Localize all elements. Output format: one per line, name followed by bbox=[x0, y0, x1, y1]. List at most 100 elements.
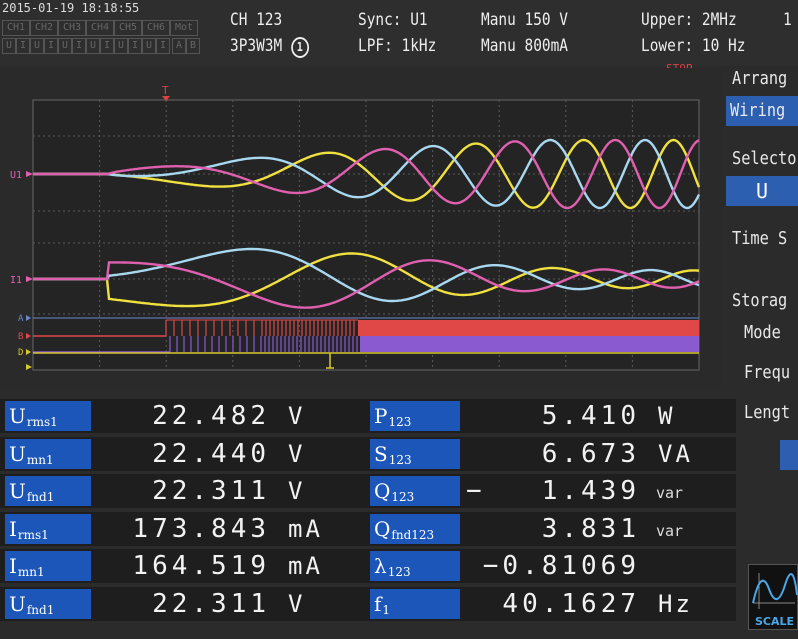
selector-dropdown[interactable]: U bbox=[726, 176, 798, 206]
measurement-unit-left: mA bbox=[288, 514, 323, 543]
measurement-value-right: 1.439 bbox=[541, 476, 640, 506]
measurement-value-right: −0.81069 bbox=[482, 551, 640, 581]
label-symbol: Q bbox=[374, 516, 391, 541]
measurement-label-right[interactable]: Qfnd123 bbox=[370, 513, 460, 544]
measurement-label-left[interactable]: Ufnd1 bbox=[5, 476, 91, 506]
measurement-unit-left: V bbox=[288, 477, 306, 505]
channel-indicator-ch2: CH2 bbox=[30, 20, 58, 36]
length-label: Lengt bbox=[744, 402, 791, 423]
measurement-value-left: 164.519 bbox=[132, 551, 270, 581]
selector-value: U bbox=[756, 179, 769, 203]
label-subscript: rms1 bbox=[17, 527, 49, 542]
measurement-sign-right: − bbox=[466, 476, 486, 506]
label-symbol: U bbox=[9, 591, 26, 616]
label-subscript: 123 bbox=[391, 490, 415, 504]
voltage-range-label: Manu 150 V bbox=[481, 10, 569, 30]
measurement-value-right: 3.831 bbox=[541, 513, 640, 544]
measurement-label-left[interactable]: Irms1 bbox=[5, 513, 91, 544]
measurement-value-left: 22.440 bbox=[152, 438, 270, 469]
ui-flag-8: U bbox=[114, 38, 128, 54]
measurement-label-right[interactable]: S123 bbox=[370, 438, 460, 469]
measurement-label-left[interactable]: Urms1 bbox=[5, 401, 91, 431]
lpf-label: LPF: 1kHz bbox=[358, 36, 437, 56]
ui-flag-0: U bbox=[2, 38, 16, 54]
label-subscript: fnd1 bbox=[26, 490, 55, 504]
measurement-label-left[interactable]: Imn1 bbox=[5, 551, 91, 581]
measurement-unit-left: mA bbox=[288, 552, 323, 580]
arrange-label: Arrang bbox=[732, 68, 788, 89]
scale-wave-icon bbox=[752, 573, 798, 609]
measurement-value-left: 22.311 bbox=[152, 588, 270, 619]
wiring-button-label: Wiring bbox=[730, 100, 786, 121]
label-subscript: 123 bbox=[388, 415, 412, 429]
measurement-value-left: 173.843 bbox=[132, 513, 270, 544]
measurement-value-right: 40.1627 bbox=[502, 588, 640, 619]
digital-b-label: B bbox=[18, 332, 23, 342]
measurement-value-right: 5.410 bbox=[541, 401, 640, 431]
length-value-button[interactable] bbox=[780, 440, 798, 470]
measurement-label-right[interactable]: f1 bbox=[370, 588, 460, 619]
ui-flag-13: B bbox=[186, 38, 200, 54]
storage-label: Storag bbox=[732, 290, 788, 311]
measurement-label-right[interactable]: λ123 bbox=[370, 551, 460, 581]
time-scale-label: Time S bbox=[732, 228, 788, 249]
mode-label: Mode bbox=[744, 322, 781, 343]
lower-filter-label: Lower: 10 Hz bbox=[641, 36, 746, 56]
status-header: 2015-01-19 18:18:55 CH1 CH2 CH3 CH4 CH5 CH6 Mo… bbox=[0, 0, 798, 75]
wiring-badge: 1 bbox=[290, 37, 309, 58]
ui-flag-3: I bbox=[44, 38, 58, 54]
label-symbol: Q bbox=[374, 479, 391, 503]
measurement-label-left[interactable]: Ufnd1 bbox=[5, 588, 91, 619]
label-symbol: f bbox=[374, 591, 382, 616]
datetime-label: 2015-01-19 18:18:55 bbox=[2, 1, 140, 15]
label-subscript: fnd1 bbox=[26, 602, 55, 617]
label-symbol: U bbox=[9, 404, 26, 428]
measurement-label-right[interactable]: P123 bbox=[370, 401, 460, 431]
scale-label: SCALE bbox=[755, 615, 795, 628]
sync-label: Sync: U1 bbox=[358, 10, 428, 30]
label-symbol: U bbox=[9, 441, 26, 466]
scale-button[interactable]: SCALE bbox=[748, 564, 798, 630]
upper-filter-label: Upper: 2MHz bbox=[641, 10, 737, 30]
measurement-unit-right: var bbox=[656, 484, 684, 502]
measurement-label-left[interactable]: Umn1 bbox=[5, 438, 91, 469]
measurement-label-right[interactable]: Q123 bbox=[370, 476, 460, 506]
label-subscript: mn1 bbox=[26, 452, 54, 467]
channel-indicator-ch3: CH3 bbox=[58, 20, 86, 36]
measurement-unit-left: V bbox=[288, 402, 306, 430]
label-symbol: λ bbox=[374, 554, 387, 578]
header-extra: 1 bbox=[783, 10, 792, 30]
label-subscript: rms1 bbox=[26, 415, 58, 429]
ui-flag-11: I bbox=[156, 38, 170, 54]
u1-label: U1 bbox=[10, 170, 22, 181]
measurement-value-right: 6.673 bbox=[541, 438, 640, 469]
ui-flag-6: U bbox=[86, 38, 100, 54]
label-subscript: 123 bbox=[387, 565, 411, 579]
label-symbol: S bbox=[374, 441, 388, 466]
label-symbol: I bbox=[9, 516, 17, 541]
channel-group-label: CH 123 bbox=[230, 10, 283, 30]
digital-d-label: D bbox=[18, 348, 23, 358]
measurement-unit-left: V bbox=[288, 589, 306, 618]
measurement-unit-left: V bbox=[288, 439, 306, 468]
digital-a-label: A bbox=[18, 314, 24, 324]
measurement-unit-right: var bbox=[656, 521, 684, 540]
channel-indicator-ch5: CH5 bbox=[114, 20, 142, 36]
ui-flag-2: U bbox=[30, 38, 44, 54]
measurement-unit-right: Hz bbox=[658, 589, 693, 618]
ui-flag-10: U bbox=[142, 38, 156, 54]
measurement-value-left: 22.482 bbox=[152, 401, 270, 431]
wiring-button[interactable]: Wiring bbox=[726, 96, 798, 126]
channel-indicator-ch4: CH4 bbox=[86, 20, 114, 36]
channel-indicator-mot: Mot bbox=[170, 20, 198, 36]
wiring-label: 3P3W3M 1 bbox=[230, 36, 309, 58]
current-range-label: Manu 800mA bbox=[481, 36, 569, 56]
measurement-unit-right: VA bbox=[658, 439, 693, 468]
label-subscript: 1 bbox=[382, 602, 391, 617]
ui-flag-12: A bbox=[172, 38, 186, 54]
digital-c-high bbox=[360, 336, 699, 352]
trigger-marker-label: T bbox=[162, 84, 169, 97]
label-symbol: P bbox=[374, 404, 388, 428]
waveform-display[interactable]: T U1 I1 A B D bbox=[0, 68, 722, 388]
label-subscript: 123 bbox=[388, 452, 412, 467]
